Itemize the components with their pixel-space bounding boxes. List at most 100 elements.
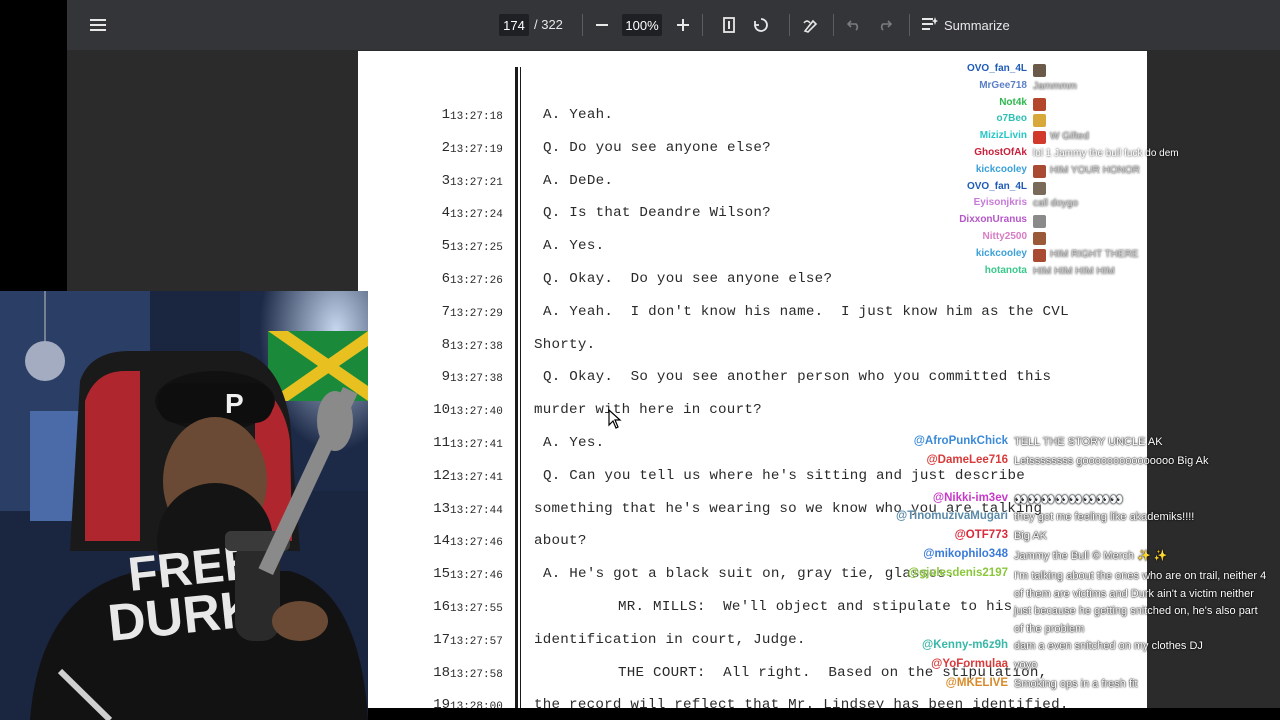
chat-message: I'm talking about the ones who are on tr… bbox=[1014, 570, 1267, 635]
line-number: 1 bbox=[441, 107, 450, 123]
chat-username: @gjulesdenis2197 bbox=[907, 567, 1008, 579]
chat-username: OVO_fan_4L bbox=[966, 180, 1027, 192]
chat-username: @AfroPunkChick bbox=[913, 435, 1008, 447]
summarize-label: Summarize bbox=[944, 17, 1010, 33]
chat-message: call doygo bbox=[1033, 198, 1079, 210]
timestamp: 13:27:29 bbox=[450, 307, 503, 320]
chat-message: Jammmm bbox=[1033, 80, 1077, 92]
line-number: 13 bbox=[433, 500, 450, 517]
transcript-text: A. DeDe. bbox=[543, 172, 614, 189]
line-number: 3 bbox=[441, 172, 450, 189]
transcript-text: Shorty. bbox=[534, 336, 596, 353]
transcript-line: 6 13:27:26 Q. Okay. Do you see anyone else… bbox=[358, 267, 1147, 291]
timestamp: 13:27:40 bbox=[450, 406, 503, 419]
webcam-feed: P FREE DURK bbox=[0, 291, 368, 720]
chat-username: Not4k bbox=[999, 96, 1027, 108]
draw-icon[interactable] bbox=[800, 0, 822, 50]
line-number: 17 bbox=[433, 631, 450, 648]
redo-icon[interactable] bbox=[875, 0, 895, 50]
chat-username: o7Beo bbox=[996, 113, 1027, 125]
fit-page-icon[interactable] bbox=[719, 0, 739, 50]
transcript-line: 8 13:27:38 Shorty. bbox=[358, 333, 1147, 357]
chat-username: @mikophilo348 bbox=[923, 548, 1008, 560]
line-number: 7 bbox=[441, 303, 450, 320]
timestamp: 13:27:44 bbox=[450, 504, 503, 517]
chat-message: Big AK bbox=[1014, 530, 1048, 542]
zoom-in-icon[interactable] bbox=[673, 0, 693, 50]
line-number: 9 bbox=[441, 369, 450, 386]
divider bbox=[789, 14, 790, 36]
timestamp: 13:27:18 bbox=[450, 111, 503, 123]
menu-icon[interactable] bbox=[85, 0, 111, 50]
transcript-line: 7 13:27:29 A. Yeah. I don't know his name.… bbox=[358, 300, 1147, 324]
chat-username: @Kenny-m6z9h bbox=[922, 639, 1008, 651]
divider bbox=[909, 14, 910, 36]
chat-message: Smoking ops in a fresh fit bbox=[1014, 678, 1138, 690]
transcript-line: 5 13:27:25 A. Yes. bbox=[358, 234, 1147, 258]
margin-rule bbox=[515, 67, 518, 720]
transcript-line: 4 13:27:24 Q. Is that Deandre Wilson? bbox=[358, 201, 1147, 225]
transcript-text: murder with here in court? bbox=[534, 402, 762, 419]
chat-username: Eyisonjkris bbox=[973, 197, 1027, 209]
transcript-line: 1 13:27:18 A. Yeah. bbox=[358, 103, 1147, 127]
divider bbox=[702, 14, 703, 36]
pdf-toolbar: 174 / 322 100% Summarize bbox=[67, 0, 1280, 50]
chat-username: @Nikki-im3ev bbox=[932, 492, 1008, 504]
undo-icon[interactable] bbox=[844, 0, 864, 50]
zoom-out-icon[interactable] bbox=[592, 0, 612, 50]
divider bbox=[833, 14, 834, 36]
chat-emote-icon bbox=[1033, 215, 1046, 229]
chat-message: HIM RIGHT THERE bbox=[1050, 248, 1139, 260]
chat-username: @MKELIVE bbox=[945, 677, 1008, 689]
chat-username: OVO_fan_4L bbox=[966, 63, 1027, 74]
transcript-line: 3 13:27:21 A. DeDe. bbox=[358, 169, 1147, 193]
chat-username: @YoFormulaa bbox=[931, 658, 1008, 670]
timestamp: 13:27:55 bbox=[450, 603, 503, 615]
chat-emote-icon bbox=[1033, 181, 1046, 195]
timestamp: 13:27:25 bbox=[450, 242, 503, 255]
timestamp: 13:27:46 bbox=[450, 570, 503, 583]
line-number: 4 bbox=[441, 205, 450, 222]
chat-username: MrGee718 bbox=[979, 79, 1027, 91]
line-number: 14 bbox=[433, 533, 450, 550]
transcript-line: 12 13:27:41 Q. Can you tell us where he's … bbox=[358, 464, 1147, 488]
transcript-text: Q. Is that Deandre Wilson? bbox=[543, 205, 771, 222]
transcript-text: Q. Do you see anyone else? bbox=[543, 139, 771, 156]
chat-message: W Gifted bbox=[1050, 131, 1089, 143]
line-number: 15 bbox=[433, 566, 450, 583]
transcript-text: A. Yeah. bbox=[543, 107, 614, 123]
transcript-text: A. Yes. bbox=[543, 435, 605, 451]
timestamp: 13:27:21 bbox=[450, 176, 503, 189]
chat-message: they got me feeling like akademiks!!!! bbox=[1014, 511, 1195, 523]
margin-rule bbox=[520, 67, 521, 720]
chat-message: HIM HIM HIM HIM bbox=[1033, 265, 1115, 277]
summarize-icon bbox=[922, 16, 938, 34]
page-number-input[interactable]: 174 bbox=[499, 14, 529, 36]
divider bbox=[582, 14, 583, 36]
chat-message: Letssssssss gooooooooooooooo Big Ak bbox=[1014, 455, 1209, 467]
transcript-text: Q. Okay. So you see another person who y… bbox=[543, 369, 1052, 386]
chat-emote-icon bbox=[1033, 131, 1046, 145]
timestamp: 13:27:46 bbox=[450, 537, 503, 550]
transcript-text: MR. MILLS: We'll object and stipulate to… bbox=[618, 599, 1013, 615]
transcript-line: 9 13:27:38 Q. Okay. So you see another per… bbox=[358, 365, 1147, 389]
line-number: 10 bbox=[433, 402, 450, 419]
summarize-button[interactable]: Summarize bbox=[922, 0, 1012, 50]
line-number: 12 bbox=[433, 467, 450, 484]
chat-username: DixxonUranus bbox=[959, 214, 1027, 226]
chat-emote-icon bbox=[1033, 114, 1046, 128]
line-number: 8 bbox=[441, 336, 450, 353]
chat-emote-icon bbox=[1033, 164, 1046, 178]
line-number: 5 bbox=[441, 238, 450, 255]
chat-username: @OTF773 bbox=[954, 529, 1008, 541]
rotate-icon[interactable] bbox=[750, 0, 772, 50]
zoom-level-input[interactable]: 100% bbox=[622, 14, 662, 36]
transcript-text: Q. Can you tell us where he's sitting an… bbox=[543, 467, 1026, 484]
page-total: / 322 bbox=[534, 17, 563, 32]
chat-username: @DameLee716 bbox=[926, 454, 1008, 466]
bottom-black-bar bbox=[368, 708, 1280, 720]
transcript-text: about? bbox=[534, 533, 587, 550]
chat-message: dam a even snitched on my clothes DJ bbox=[1014, 640, 1203, 652]
chat-username: Nitty2500 bbox=[982, 231, 1027, 242]
timestamp: 13:27:41 bbox=[450, 439, 503, 451]
